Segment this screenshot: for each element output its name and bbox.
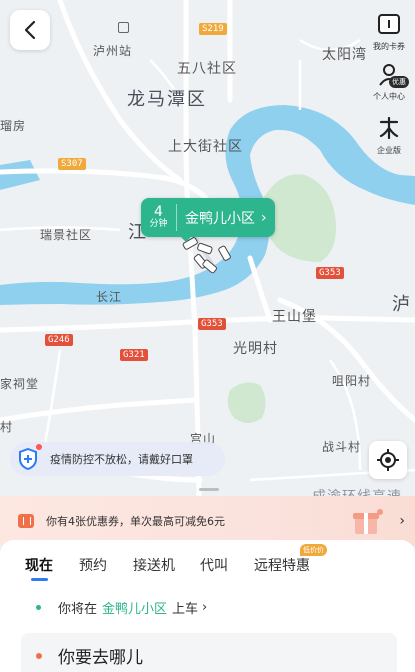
tab-long-distance[interactable]: 远程特惠 (254, 555, 310, 575)
notice-text: 疫情防控不放松，请戴好口罩 (50, 453, 193, 466)
map-label: 长江 (96, 290, 123, 304)
road-badge: G353 (198, 318, 226, 330)
eta-unit: 分钟 (149, 219, 168, 229)
pickup-place-name: 金鸭儿小区 (185, 210, 255, 227)
pickup-prefix: 你将在 (58, 601, 98, 617)
promo-badge: 优惠 (389, 76, 409, 88)
low-price-badge: 低价价 (300, 544, 327, 556)
station-icon (118, 22, 129, 33)
map-view[interactable]: 泸州站 五八社区 龙马潭区 太阳湾 上大街社区 瑠房 瑞景社区 江 长江 王山堡… (0, 0, 415, 560)
pickup-suffix: 上车 (172, 601, 199, 617)
map-label: 五八社区 (177, 61, 237, 77)
destination-dot (36, 652, 42, 659)
park-area (227, 382, 266, 423)
map-canvas (0, 0, 415, 560)
destination-placeholder: 你要去哪儿 (58, 648, 143, 668)
ride-type-tabs: 现在 预约 接送机 代叫 远程特惠 低价价 (0, 540, 415, 581)
chevron-right-icon: › (399, 513, 405, 529)
active-tab-indicator (31, 578, 48, 581)
side-button-label: 我的卡券 (373, 42, 405, 51)
map-label: 太阳湾 (322, 47, 367, 63)
map-label: 战斗村 (322, 440, 362, 454)
map-label: 泸 (392, 294, 412, 315)
personal-center-button[interactable]: 优惠 个人中心 (369, 58, 409, 102)
coupon-icon (18, 514, 34, 528)
map-label: 上大街社区 (168, 139, 243, 155)
tab-reserve[interactable]: 预约 (79, 555, 107, 575)
pickup-row[interactable]: 你将在 金鸭儿小区 上车 › (0, 595, 415, 619)
map-label: 家祠堂 (0, 377, 40, 391)
ride-panel: 现在 预约 接送机 代叫 远程特惠 低价价 你将在 金鸭儿小区 上车 › 你要去… (0, 540, 415, 672)
road-badge: S219 (199, 23, 227, 35)
road-badge: S307 (58, 158, 86, 170)
pickup-dot (36, 604, 41, 610)
side-button-label: 企业版 (377, 146, 401, 155)
enterprise-icon (373, 112, 405, 144)
road-badge: G321 (120, 349, 148, 361)
map-label: 瑠房 (0, 119, 27, 133)
chevron-right-icon: › (261, 209, 267, 226)
road-badge: G353 (316, 267, 344, 279)
map-label: 龙马潭区 (127, 89, 207, 110)
tab-now[interactable]: 现在 (25, 555, 53, 575)
card-icon (373, 8, 405, 40)
pickup-location-pill[interactable]: 4 分钟 金鸭儿小区 › (141, 198, 275, 237)
drag-handle[interactable] (199, 488, 219, 491)
enterprise-button[interactable]: 企业版 (369, 112, 409, 156)
road-badge: G246 (45, 334, 73, 346)
crosshair-icon (377, 449, 399, 471)
eta-display: 4 分钟 (141, 204, 177, 231)
gift-icon (353, 509, 383, 534)
side-button-label: 个人中心 (373, 92, 405, 101)
locate-me-button[interactable] (369, 441, 407, 479)
tab-airport[interactable]: 接送机 (133, 555, 175, 575)
tab-call-for-others[interactable]: 代叫 (200, 555, 228, 575)
my-coupons-button[interactable]: 我的卡券 (369, 8, 409, 52)
map-label: 瑞景社区 (40, 228, 93, 242)
notification-dot (36, 444, 42, 450)
destination-input[interactable]: 你要去哪儿 (21, 633, 397, 672)
coupon-text: 你有4张优惠券，单次最高可减免6元 (46, 515, 225, 528)
map-label: 泸州站 (93, 44, 133, 58)
map-label: 光明村 (233, 341, 278, 357)
eta-number: 4 (154, 204, 163, 220)
back-button[interactable] (10, 10, 50, 50)
coupon-banner[interactable]: 你有4张优惠券，单次最高可减免6元 › (0, 496, 415, 546)
pickup-place: 金鸭儿小区 (102, 601, 168, 617)
epidemic-notice[interactable]: 疫情防控不放松，请戴好口罩 (10, 442, 225, 476)
shield-icon (16, 444, 42, 471)
pickup-pin-pointer (180, 236, 192, 242)
map-label: 王山堡 (272, 309, 317, 325)
chevron-right-icon: › (202, 599, 208, 615)
map-label: 村 (0, 420, 14, 434)
chevron-left-icon (24, 20, 36, 40)
map-label: 咀阳村 (332, 374, 372, 388)
